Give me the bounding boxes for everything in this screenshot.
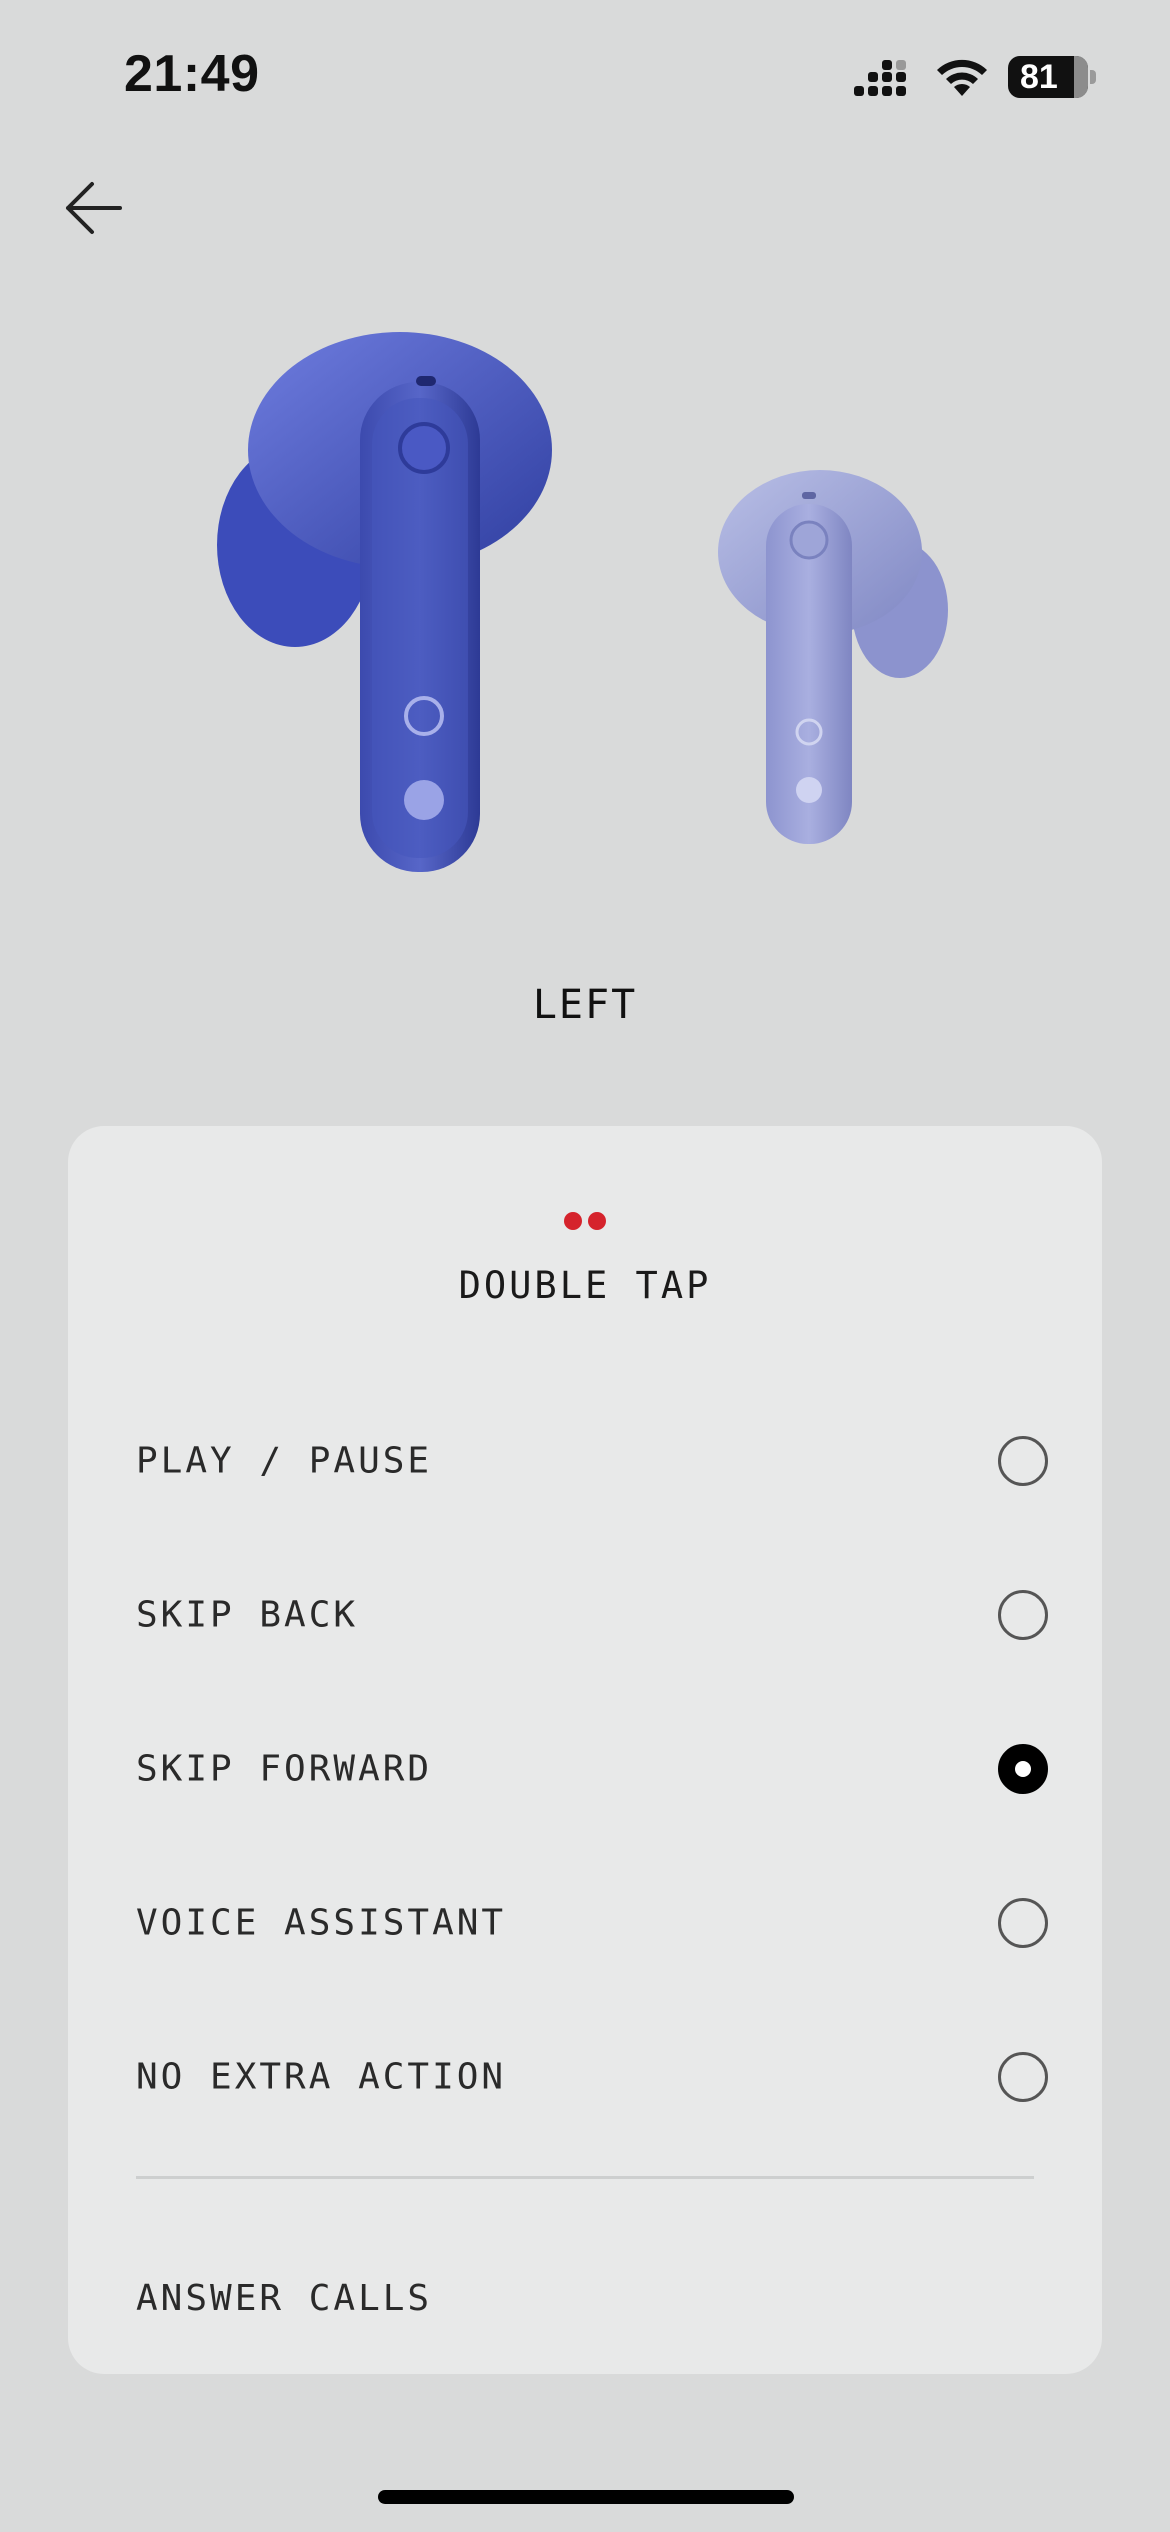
home-indicator[interactable] <box>378 2490 794 2504</box>
option-label: SKIP FORWARD <box>136 1748 433 1790</box>
gesture-title: DOUBLE TAP <box>458 1264 712 1307</box>
radio-button[interactable] <box>998 2052 1048 2102</box>
wifi-icon <box>937 59 987 96</box>
answer-calls-item: ANSWER CALLS <box>136 2278 433 2319</box>
option-skip-back[interactable]: SKIP BACK <box>68 1538 1102 1692</box>
status-bar: 21:49 81 <box>0 0 1170 150</box>
battery-icon: 81 <box>1008 56 1096 98</box>
option-no-extra-action[interactable]: NO EXTRA ACTION <box>68 2000 1102 2154</box>
radio-button[interactable] <box>998 1898 1048 1948</box>
double-tap-indicator-icon <box>68 1212 1102 1235</box>
left-earbud <box>217 332 552 872</box>
earbud-side-label: LEFT <box>532 982 638 1028</box>
right-earbud <box>718 470 948 844</box>
option-label: SKIP BACK <box>136 1594 359 1636</box>
earbuds-image <box>217 332 948 872</box>
cellular-signal-icon <box>854 60 906 96</box>
arrow-left-icon <box>66 182 122 234</box>
divider <box>136 2176 1034 2179</box>
gesture-settings-card: DOUBLE TAP PLAY / PAUSE SKIP BACK SKIP F… <box>68 1126 1102 2374</box>
radio-button-selected[interactable] <box>998 1744 1048 1794</box>
option-label: PLAY / PAUSE <box>136 1440 433 1482</box>
battery-level: 81 <box>1020 58 1058 96</box>
status-time: 21:49 <box>124 45 260 103</box>
option-label: NO EXTRA ACTION <box>136 2056 507 2098</box>
radio-button[interactable] <box>998 1436 1048 1486</box>
option-voice-assistant[interactable]: VOICE ASSISTANT <box>68 1846 1102 2000</box>
option-skip-forward[interactable]: SKIP FORWARD <box>68 1692 1102 1846</box>
option-play-pause[interactable]: PLAY / PAUSE <box>68 1384 1102 1538</box>
radio-button[interactable] <box>998 1590 1048 1640</box>
option-label: VOICE ASSISTANT <box>136 1902 507 1944</box>
back-button[interactable] <box>56 170 132 246</box>
